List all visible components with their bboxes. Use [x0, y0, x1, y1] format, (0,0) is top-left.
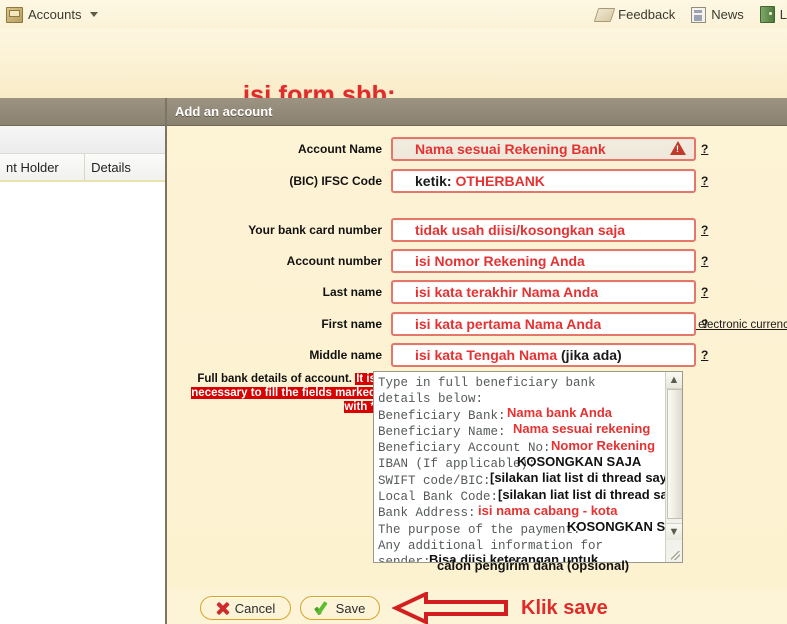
input-last-name[interactable]: isi kata terakhir Nama Anda [391, 280, 696, 304]
form-row-first-name: First name isi kata pertama Nama Anda ? [167, 309, 787, 339]
value-middle-name-black: (jika ada) [561, 347, 622, 363]
accounts-menu[interactable]: Accounts [6, 6, 99, 23]
save-button-label: Save [335, 600, 366, 616]
textarea-annotation: [silakan liat list di thread saya] [490, 470, 679, 485]
input-bank-card-number[interactable]: tidak usah diisi/kosongkan saja [391, 218, 696, 242]
accounts-table-header-row: nt Holder Details [0, 154, 165, 182]
feedback-icon [593, 7, 616, 22]
form-row-last-name: Last name isi kata terakhir Nama Anda ? [167, 277, 787, 307]
news-link[interactable]: News [691, 6, 744, 23]
left-panel-header-bar [0, 98, 165, 126]
label-account-number: Account number [286, 254, 382, 268]
check-icon [315, 602, 330, 615]
save-button[interactable]: Save [300, 596, 380, 620]
accounts-table-body [0, 182, 165, 242]
input-middle-name[interactable]: isi kata Tengah Nama (jika ada) [391, 343, 696, 367]
label-bic-ifsc-code: (BIC) IFSC Code [289, 174, 382, 188]
top-navigation-bar: Accounts Feedback News L [0, 0, 787, 30]
value-bic-prefix: ketik: [415, 173, 456, 189]
cancel-button-label: Cancel [234, 600, 276, 616]
logout-icon [759, 6, 775, 23]
help-link-last-name[interactable]: ? [701, 285, 708, 299]
label-bank-card-number: Your bank card number [248, 223, 382, 237]
scroll-down-arrow-icon[interactable]: ▼ [666, 523, 682, 540]
value-account-name: Nama sesuai Rekening Bank [415, 141, 606, 157]
input-account-name[interactable]: Nama sesuai Rekening Bank [391, 137, 696, 161]
form-row-bic-ifsc-code: (BIC) IFSC Code ketik: OTHERBANK ? [167, 166, 787, 196]
value-middle-name: isi kata Tengah Nama (jika ada) [393, 347, 622, 363]
input-bic-ifsc-code[interactable]: ketik: OTHERBANK [391, 169, 696, 193]
label-full-bank-details: Full bank details of account. It is nece… [176, 372, 376, 414]
help-link-account-name[interactable]: ? [701, 142, 708, 156]
full-bank-details-textarea[interactable]: Type in full beneficiary bank details be… [373, 371, 683, 563]
label-full-bank-details-plain: Full bank details of account. [197, 373, 352, 385]
textarea-overflow-annotation: calon pengirim dana (opsional) [437, 558, 630, 573]
textarea-annotation: Nama sesuai rekening [513, 421, 651, 436]
help-link-middle-name[interactable]: ? [701, 348, 708, 362]
help-link-bic-ifsc-code[interactable]: ? [701, 174, 708, 188]
feedback-label: Feedback [618, 7, 676, 22]
textarea-annotation: Nama bank Anda [507, 405, 612, 420]
scrollbar-thumb[interactable] [667, 389, 682, 519]
klik-save-annotation: Klik save [521, 597, 608, 619]
textarea-annotation: KOSONGKAN SAJA [517, 454, 642, 469]
news-icon [691, 6, 707, 23]
feedback-link[interactable]: Feedback [593, 7, 676, 22]
label-account-name: Account Name [297, 142, 382, 156]
help-link-account-number[interactable]: ? [701, 254, 708, 268]
logout-link[interactable]: L [759, 6, 787, 23]
topbar-left-group: Accounts [0, 6, 114, 23]
value-bic-ifsc-code: ketik: OTHERBANK [393, 173, 545, 189]
textarea-scrollbar[interactable]: ▲ ▼ [665, 372, 682, 562]
textarea-content: Type in full beneficiary bank details be… [378, 376, 604, 563]
news-label: News [711, 7, 744, 22]
accounts-icon [6, 6, 23, 23]
label-middle-name: Middle name [309, 348, 382, 362]
accounts-table-toolbar [0, 126, 165, 154]
value-bic-main: OTHERBANK [455, 173, 545, 189]
arrow-left-icon [392, 592, 508, 624]
column-header-details: Details [91, 159, 131, 175]
form-row-middle-name: Middle name isi kata Tengah Nama (jika a… [167, 340, 787, 370]
close-icon [216, 602, 229, 615]
value-middle-name-red: isi kata Tengah Nama [415, 347, 562, 363]
input-account-number[interactable]: isi Nomor Rekening Anda [391, 249, 696, 273]
textarea-annotation: isi nama cabang - kota [478, 503, 618, 518]
form-row-bank-card-number: Your bank card number tidak usah diisi/k… [167, 215, 787, 245]
value-bank-card-number: tidak usah diisi/kosongkan saja [415, 222, 626, 238]
label-first-name: First name [321, 317, 382, 331]
column-header-account-holder: nt Holder [0, 154, 86, 180]
value-last-name: isi kata terakhir Nama Anda [415, 284, 599, 300]
help-link-first-name[interactable]: ? [701, 317, 708, 331]
value-account-number: isi Nomor Rekening Anda [415, 253, 585, 269]
accounts-table: nt Holder Details [0, 126, 165, 242]
panel-title: Add an account [175, 104, 273, 119]
topbar-right-group: Feedback News L [593, 6, 787, 23]
textarea-annotation: [silakan liat list di thread saya] [498, 487, 683, 502]
textarea-resize-grip[interactable] [671, 551, 680, 560]
cancel-button[interactable]: Cancel [200, 596, 291, 620]
chevron-down-icon [90, 12, 99, 17]
form-row-account-name: Account Name Nama sesuai Rekening Bank ? [167, 134, 787, 164]
warning-icon [670, 141, 686, 155]
label-last-name: Last name [322, 285, 382, 299]
left-background-panel: nt Holder Details [0, 98, 165, 624]
textarea-annotation: Nomor Rekening [551, 438, 656, 453]
banner-area: isi form sbb: [0, 29, 787, 109]
panel-header: Add an account [167, 98, 787, 126]
scroll-up-arrow-icon[interactable]: ▲ [666, 372, 682, 389]
logout-label: L [779, 7, 787, 22]
form-row-account-number: Account number isi Nomor Rekening Anda ? [167, 246, 787, 276]
help-link-bank-card-number[interactable]: ? [701, 223, 708, 237]
input-first-name[interactable]: isi kata pertama Nama Anda [391, 312, 696, 336]
value-first-name: isi kata pertama Nama Anda [415, 316, 602, 332]
accounts-menu-label: Accounts [28, 7, 82, 22]
